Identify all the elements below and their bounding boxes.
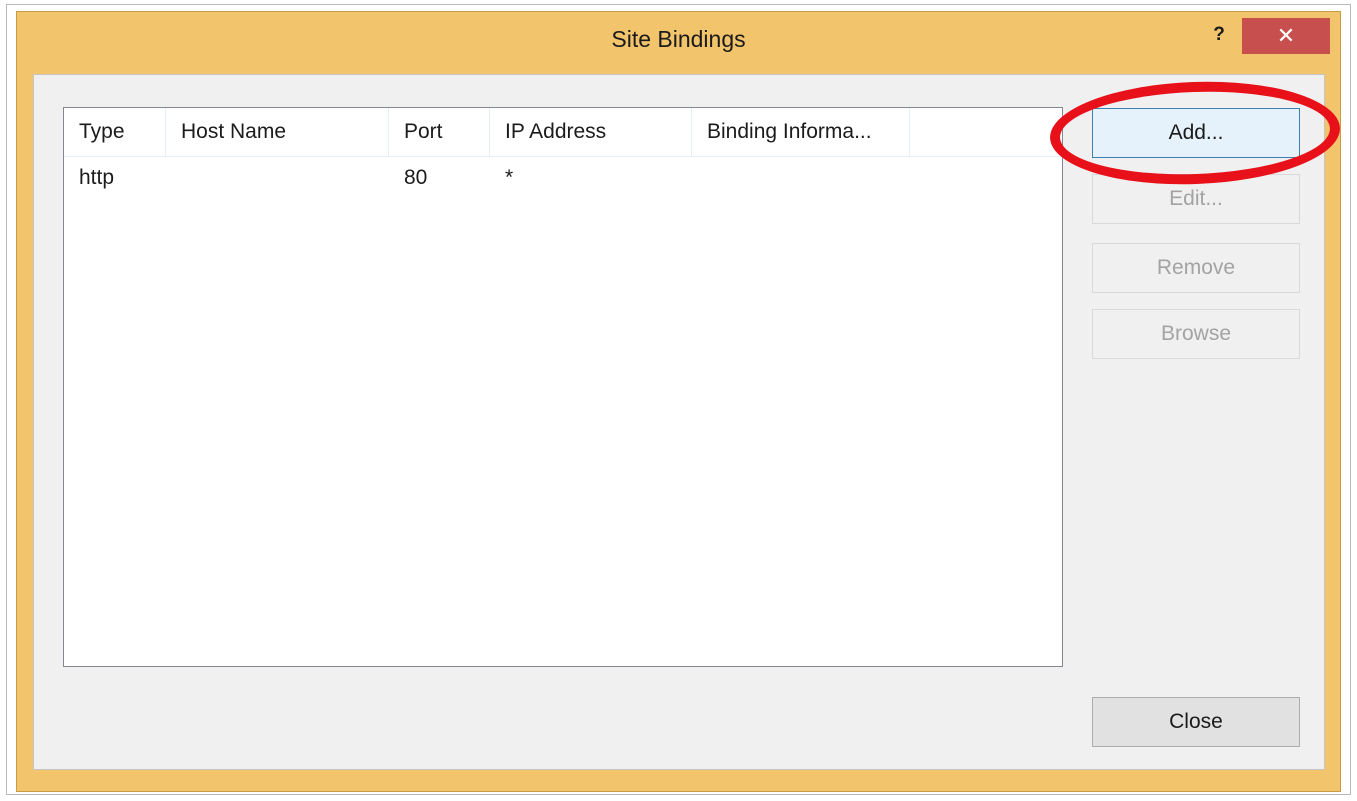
window-title: Site Bindings [611, 26, 746, 52]
add-button[interactable]: Add... [1092, 108, 1300, 158]
bindings-list[interactable]: Type Host Name Port IP Address Binding I… [63, 107, 1063, 667]
cell-type: http [79, 166, 115, 189]
edit-button[interactable]: Edit... [1092, 174, 1300, 224]
browse-button[interactable]: Browse [1092, 309, 1300, 359]
cell-binding-information [692, 158, 910, 198]
column-header-port[interactable]: Port [389, 108, 490, 156]
close-window-button[interactable]: ✕ [1242, 18, 1330, 54]
table-row[interactable]: http 80 * [64, 158, 1062, 198]
cell-ip-address: * [505, 166, 514, 189]
remove-button[interactable]: Remove [1092, 243, 1300, 293]
list-header: Type Host Name Port IP Address Binding I… [64, 108, 1062, 157]
column-header-binding-information[interactable]: Binding Informa... [692, 108, 910, 156]
cell-host-name [166, 158, 389, 198]
site-bindings-dialog: Site Bindings ? ✕ Type Host Name Port IP… [16, 11, 1341, 792]
column-header-type[interactable]: Type [64, 108, 166, 156]
column-header-ip-address[interactable]: IP Address [490, 108, 692, 156]
help-button[interactable]: ? [1201, 20, 1237, 50]
dialog-client-area: Type Host Name Port IP Address Binding I… [33, 74, 1325, 770]
column-header-host-name[interactable]: Host Name [166, 108, 389, 156]
close-button[interactable]: Close [1092, 697, 1300, 747]
title-bar[interactable]: Site Bindings ? ✕ [17, 12, 1340, 76]
cell-port: 80 [404, 166, 428, 189]
